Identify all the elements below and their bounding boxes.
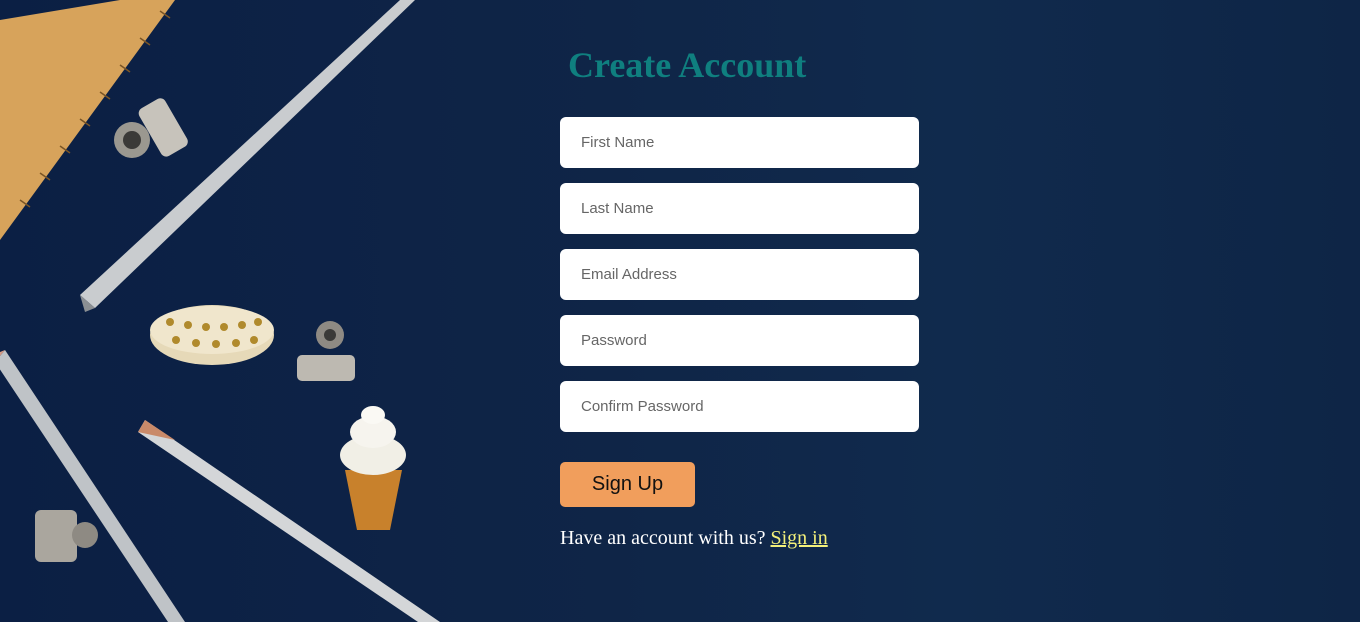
binder-clip-image: [114, 98, 188, 158]
first-name-input[interactable]: [560, 117, 919, 168]
confirm-password-input[interactable]: [560, 381, 919, 432]
sign-in-link[interactable]: Sign in: [770, 527, 827, 549]
background-stationery-image: [0, 0, 440, 622]
last-name-input[interactable]: [560, 183, 919, 234]
page-title: Create Account: [568, 45, 807, 85]
sign-up-button[interactable]: Sign Up: [560, 462, 695, 507]
signin-prompt-line: Have an account with us? Sign in: [560, 527, 828, 550]
password-input[interactable]: [560, 315, 919, 366]
washi-tape-image: [150, 305, 274, 365]
pencil-image: [0, 350, 185, 622]
binder-clip-image: [35, 510, 98, 562]
email-input[interactable]: [560, 249, 919, 300]
signin-prompt-text: Have an account with us?: [560, 527, 766, 549]
binder-clip-image: [297, 321, 355, 381]
ice-cream-eraser-image: [340, 406, 406, 530]
